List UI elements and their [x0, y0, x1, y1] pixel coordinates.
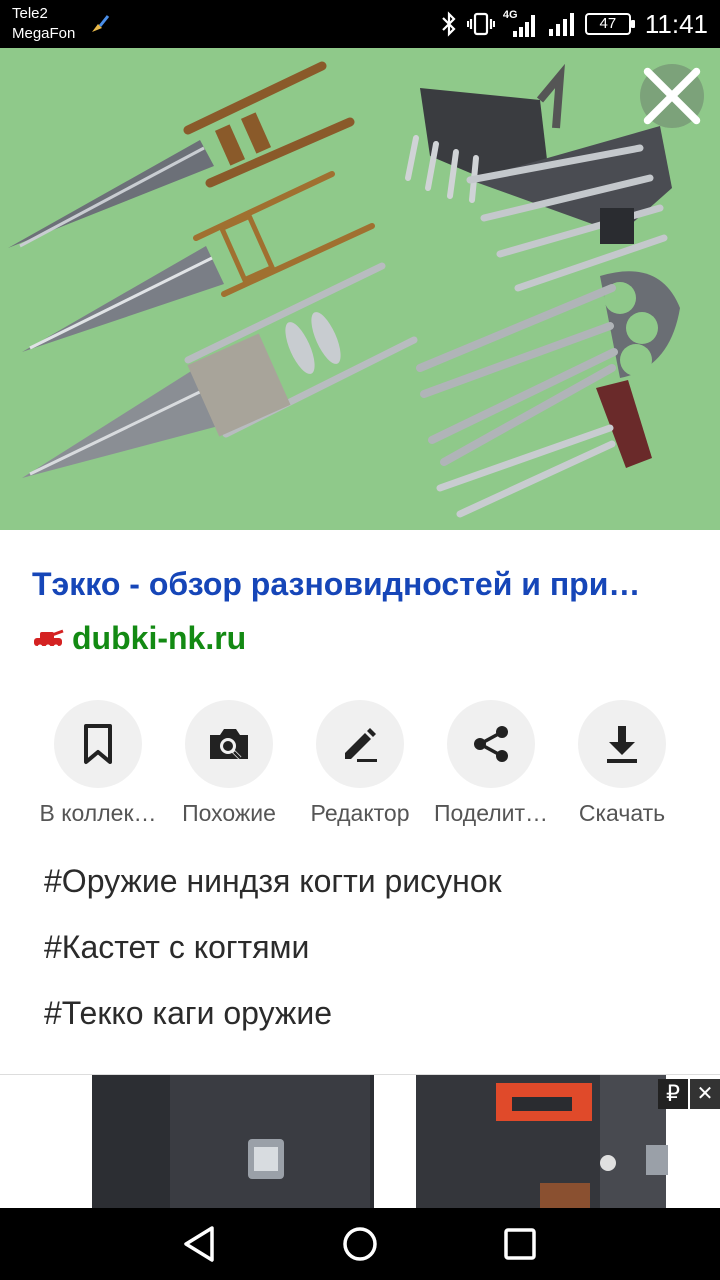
home-icon[interactable] [338, 1222, 382, 1266]
tag-link[interactable]: #Текко каги оружие [44, 988, 502, 1054]
recents-icon[interactable] [498, 1222, 542, 1266]
cleaner-icon [92, 15, 110, 32]
carrier-1: Tele2 [12, 5, 48, 22]
action-circle [316, 700, 404, 788]
carrier-2: MegaFon [12, 25, 76, 42]
camera-search-icon [210, 729, 248, 760]
source-domain: dubki-nk.ru [72, 620, 247, 656]
action-circle [578, 700, 666, 788]
weapons-illustration [0, 48, 720, 530]
bookmark-icon [84, 724, 112, 764]
action-label: В коллек… [39, 800, 157, 826]
navigation-bar [0, 1208, 720, 1280]
carrier-names: Tele2 MegaFon [12, 4, 75, 44]
action-circle [185, 700, 273, 788]
tag-link[interactable]: #Оружие ниндзя когти рисунок [44, 856, 502, 922]
download-icon [607, 726, 637, 763]
close-button[interactable] [640, 64, 704, 128]
result-title[interactable]: Тэкко - обзор разновидностей и при… [32, 566, 692, 603]
close-icon [643, 67, 701, 125]
result-image[interactable] [0, 48, 720, 530]
related-tags: #Оружие ниндзя когти рисунок #Кастет с к… [44, 856, 502, 1054]
download-button[interactable]: Скачать [542, 700, 702, 827]
action-label: Похожие [182, 800, 276, 826]
action-label: Поделит… [433, 800, 549, 826]
battery-indicator: 47 [584, 13, 635, 35]
tag-link[interactable]: #Кастет с когтями [44, 922, 502, 988]
status-bar: Tele2 MegaFon 4G 47 11:41 [0, 0, 720, 48]
ad-image [0, 1075, 720, 1208]
ad-close-button[interactable]: ✕ [690, 1079, 720, 1109]
signal-icon [548, 13, 574, 36]
bluetooth-icon [442, 11, 456, 37]
action-label: Редактор [310, 800, 410, 826]
network-icon: 4G [503, 9, 539, 39]
site-favicon-icon [34, 629, 64, 649]
action-circle [54, 700, 142, 788]
action-label: Скачать [578, 800, 666, 826]
vibrate-icon [466, 12, 495, 36]
action-circle [447, 700, 535, 788]
result-source[interactable]: dubki-nk.ru [32, 620, 246, 657]
ad-currency-badge: ₽ [658, 1079, 688, 1109]
action-bar: В коллек… Похожие Редактор Поделит… Скач… [0, 700, 720, 830]
ad-banner[interactable]: ₽ ✕ [0, 1074, 720, 1208]
clock: 11:41 [644, 8, 708, 39]
pencil-icon [345, 728, 377, 762]
back-icon[interactable] [178, 1222, 222, 1266]
share-icon [474, 726, 508, 762]
status-icons: 4G 47 11:41 [439, 0, 708, 48]
